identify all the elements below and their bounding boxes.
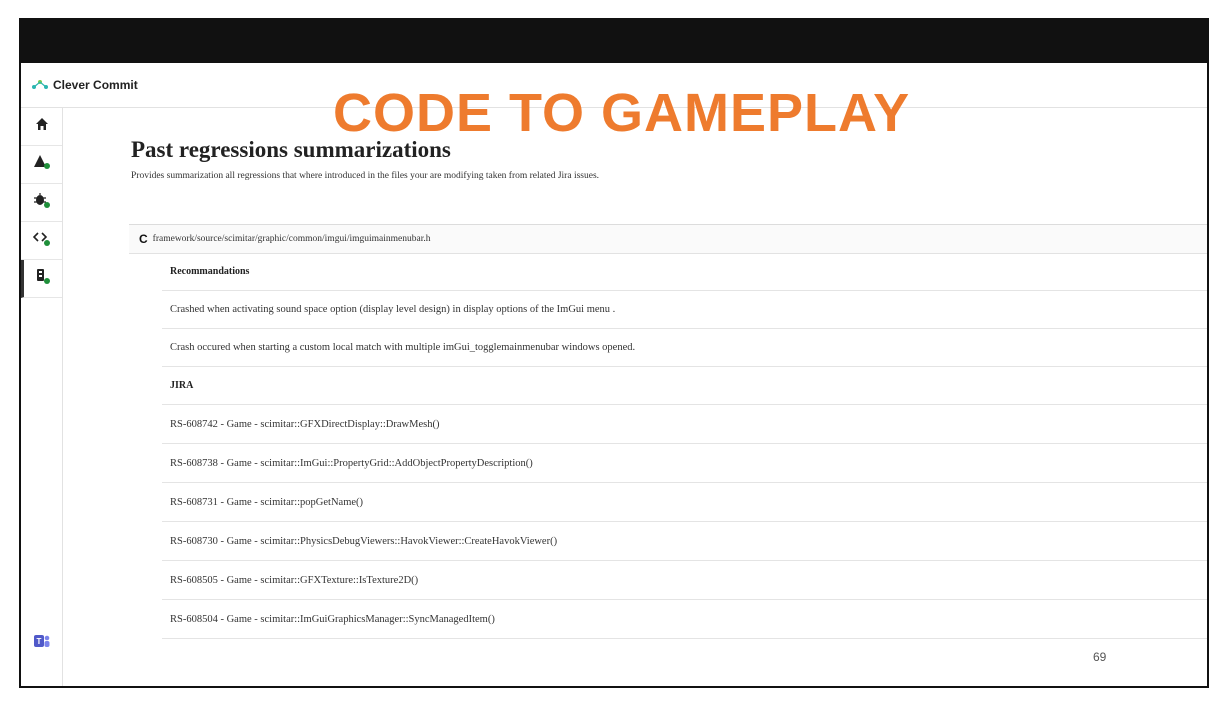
jira-issue-link[interactable]: RS-608742 - Game - scimitar::GFXDirectDi… (170, 419, 439, 430)
list-item: Crashed when activating sound space opti… (162, 291, 1207, 329)
jira-issue-row[interactable]: RS-608730 - Game - scimitar::PhysicsDebu… (162, 523, 1207, 561)
jira-issue-link[interactable]: RS-608505 - Game - scimitar::GFXTexture:… (170, 575, 418, 586)
sidebar-item-regressions[interactable] (21, 260, 62, 298)
jira-issue-link[interactable]: RS-608730 - Game - scimitar::PhysicsDebu… (170, 536, 557, 547)
slide-frame: Clever Commit T Past regressions summari… (19, 18, 1209, 688)
recommendations-heading: Recommandations (170, 266, 250, 277)
recommendation-text: Crashed when activating sound space opti… (170, 304, 616, 315)
home-icon (35, 117, 49, 136)
clever-commit-logo-icon (29, 74, 51, 96)
jira-issue-row[interactable]: RS-608505 - Game - scimitar::GFXTexture:… (162, 562, 1207, 600)
jira-issue-row[interactable]: RS-608738 - Game - scimitar::ImGui::Prop… (162, 445, 1207, 483)
file-path: framework/source/scimitar/graphic/common… (152, 234, 431, 244)
list-item: Crash occured when starting a custom loc… (162, 329, 1207, 367)
file-header[interactable]: C framework/source/scimitar/graphic/comm… (129, 225, 1207, 254)
c-file-icon: C (139, 232, 148, 246)
sidebar-item-code[interactable] (21, 222, 62, 260)
page-description: Provides summarization all regressions t… (131, 171, 600, 181)
slide-overlay-title: CODE TO GAMEPLAY (333, 83, 911, 143)
jira-issue-link[interactable]: RS-608504 - Game - scimitar::ImGuiGraphi… (170, 614, 495, 625)
recommendation-text: Crash occured when starting a custom loc… (170, 342, 636, 353)
sidebar-item-bugs[interactable] (21, 184, 62, 222)
slide-page-number: 69 (1093, 650, 1107, 664)
jira-issue-row[interactable]: RS-608504 - Game - scimitar::ImGuiGraphi… (162, 601, 1207, 639)
top-black-bar (21, 20, 1207, 63)
jira-heading: JIRA (170, 380, 194, 391)
sidebar-item-teams[interactable]: T (21, 628, 62, 658)
file-panel: C framework/source/scimitar/graphic/comm… (129, 224, 1207, 686)
bug-icon (33, 192, 51, 213)
warning-icon (33, 154, 51, 175)
regression-icon (34, 268, 52, 289)
sidebar-item-home[interactable] (21, 108, 62, 146)
app-name: Clever Commit (53, 78, 138, 92)
recommendations-heading-row: Recommandations (162, 253, 1207, 291)
jira-issue-link[interactable]: RS-608731 - Game - scimitar::popGetName(… (170, 497, 363, 508)
code-icon (32, 230, 51, 251)
sidebar-item-warnings[interactable] (21, 146, 62, 184)
teams-icon: T (33, 633, 51, 654)
jira-issue-row[interactable]: RS-608731 - Game - scimitar::popGetName(… (162, 484, 1207, 522)
svg-text:T: T (36, 637, 41, 646)
jira-issue-link[interactable]: RS-608738 - Game - scimitar::ImGui::Prop… (170, 458, 533, 469)
sidebar: T (21, 108, 63, 686)
jira-heading-row: JIRA (162, 367, 1207, 405)
jira-issue-row[interactable]: RS-608742 - Game - scimitar::GFXDirectDi… (162, 406, 1207, 444)
